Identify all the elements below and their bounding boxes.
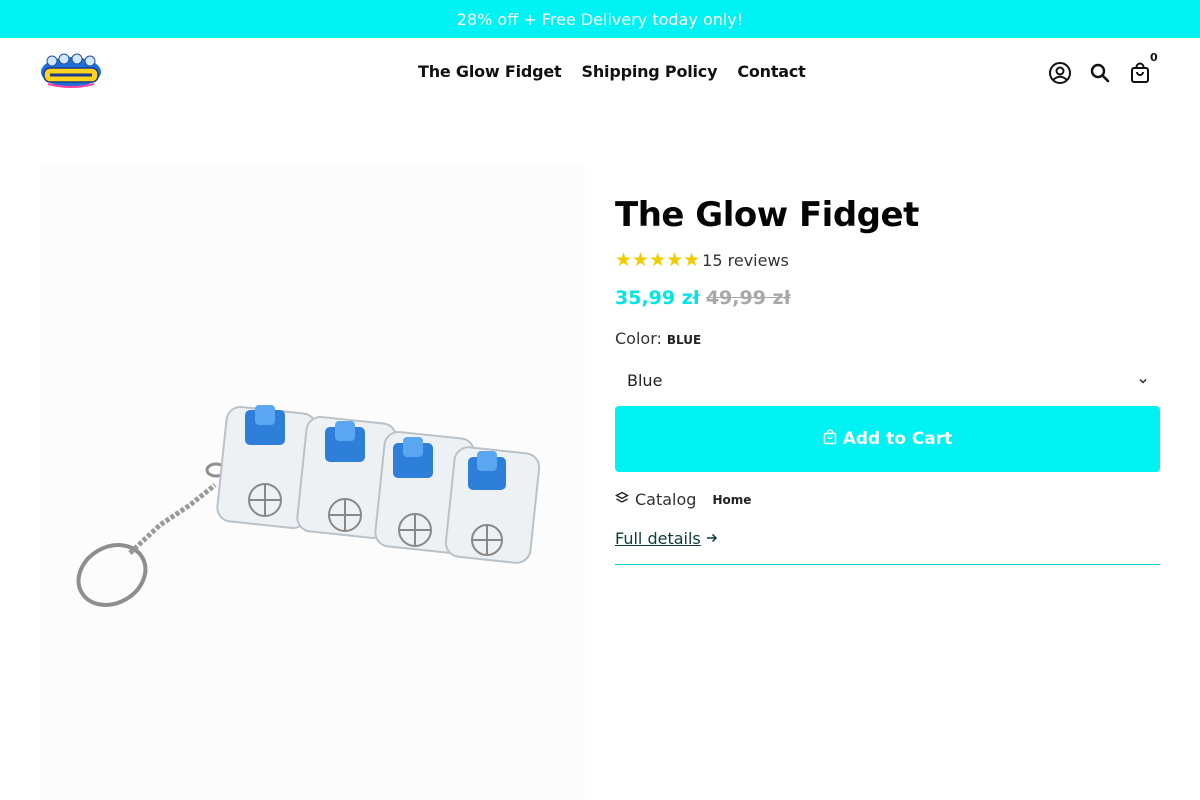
price-block: 35,99 zł 49,99 zł — [615, 287, 1160, 309]
cart-count-badge: 0 — [1150, 51, 1158, 64]
divider — [615, 564, 1160, 565]
shopping-bag-icon — [823, 428, 837, 450]
announcement-text: 28% off + Free Delivery today only! — [456, 9, 744, 29]
main-nav: The Glow Fidget Shipping Policy Contact — [418, 62, 806, 81]
account-icon[interactable] — [1048, 61, 1072, 85]
catalog-link-home[interactable]: Home — [712, 493, 751, 507]
product-title: The Glow Fidget — [615, 195, 919, 235]
compare-at-price: 49,99 zł — [705, 287, 791, 309]
nav-link-the-glow-fidget[interactable]: The Glow Fidget — [418, 62, 562, 81]
color-label: Color: — [615, 329, 662, 348]
chevron-down-icon — [1138, 371, 1148, 390]
full-details-link[interactable]: Full details — [615, 529, 719, 548]
layers-icon — [615, 490, 629, 509]
color-select-value: Blue — [627, 370, 663, 390]
nav-link-shipping-policy[interactable]: Shipping Policy — [582, 62, 718, 81]
product-image[interactable] — [40, 165, 585, 800]
sale-price: 35,99 zł — [615, 287, 700, 309]
color-option-label: Color: Blue — [615, 329, 1160, 348]
site-logo[interactable] — [40, 50, 102, 90]
catalog-row: Catalog Home — [615, 490, 1160, 509]
product-info: The Glow Fidget ★★★★★ 15 reviews 35,99 z… — [615, 195, 1160, 565]
cart-icon[interactable] — [1128, 61, 1152, 85]
product-rating[interactable]: ★★★★★ 15 reviews — [615, 249, 1160, 271]
add-to-cart-button[interactable]: Add to Cart — [615, 406, 1160, 472]
color-select[interactable]: Blue — [615, 358, 1160, 402]
catalog-label: Catalog — [635, 490, 697, 509]
rating-stars-icon: ★★★★★ — [615, 249, 701, 271]
announcement-bar: 28% off + Free Delivery today only! — [0, 0, 1200, 38]
nav-link-contact[interactable]: Contact — [737, 62, 806, 81]
search-icon[interactable] — [1088, 61, 1112, 85]
site-header: The Glow Fidget Shipping Policy Contact … — [0, 38, 1200, 108]
review-count[interactable]: 15 reviews — [702, 251, 789, 270]
add-to-cart-label: Add to Cart — [842, 429, 953, 449]
full-details-label: Full details — [615, 529, 701, 548]
arrow-right-icon — [705, 529, 719, 548]
color-selected-value: Blue — [666, 333, 702, 347]
